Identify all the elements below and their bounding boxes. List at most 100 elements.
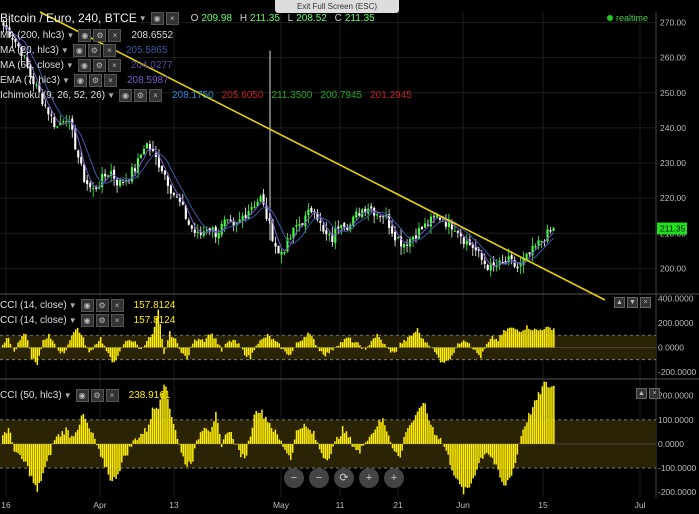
chevron-down-icon[interactable]: ▼ [107,91,115,100]
reset-view-button[interactable]: ⟳ [334,468,354,488]
cci-bar [309,334,311,348]
close-icon[interactable]: × [165,11,179,25]
candle-body [343,222,346,227]
cci-bar [545,326,547,348]
cci-bar [34,443,37,486]
settings-icon[interactable]: ⚙ [87,44,101,57]
cci-bar [361,443,363,447]
maximize-icon[interactable]: ▲ [636,388,647,399]
zoom-in-button[interactable]: + [384,468,404,488]
scroll-right-button[interactable]: + [359,468,379,488]
cci-bar [105,443,108,467]
candle-body [510,254,513,260]
cci-bar [228,431,231,444]
cci-bar [389,442,392,444]
cci-bar [78,424,81,444]
symbol-title[interactable]: Bitcoin / Euro, 240, BTCE [0,11,137,25]
cci-bar [514,443,517,464]
cci-bar [265,416,267,444]
chevron-down-icon[interactable]: ▼ [66,31,74,40]
close-icon[interactable]: × [103,74,117,87]
zoom-out-button[interactable]: − [284,468,304,488]
cci-bar [96,343,98,348]
cci-bar [347,337,350,348]
cci-bar [393,347,396,353]
cci-bar [98,341,100,348]
cci-bar [491,443,494,458]
settings-icon[interactable]: ⚙ [133,89,147,102]
cci-bar [232,339,234,348]
chevron-down-icon[interactable]: ▼ [69,316,77,325]
last-price-label: 211.35 [660,224,686,234]
cci-bar [73,436,75,444]
cci-bar [489,338,492,348]
chevron-down-icon[interactable]: ▼ [66,61,74,70]
candle-body [283,251,286,254]
cci-bar [414,415,417,444]
close-icon[interactable]: × [102,44,116,57]
candle-body [456,231,459,233]
eye-icon[interactable]: ◉ [72,44,86,57]
close-icon[interactable]: × [107,59,121,72]
cci-bar [453,443,455,476]
cci-bar [476,347,478,354]
eye-icon[interactable]: ◉ [78,29,92,42]
chevron-down-icon[interactable]: ▼ [64,391,72,400]
cci-bar [522,330,524,348]
cci-bar [464,443,467,488]
cci-bar [253,347,256,351]
settings-icon[interactable]: ⚙ [90,389,104,402]
settings-icon[interactable]: ⚙ [88,74,102,87]
cci-bar [357,443,359,451]
maximize-icon[interactable]: ▲ [614,297,625,308]
scroll-left-button[interactable]: − [309,468,329,488]
cci-bar [90,432,92,444]
cci-bar [192,343,194,348]
eye-icon[interactable]: ◉ [75,389,89,402]
chevron-down-icon[interactable]: ▼ [69,301,77,310]
cci-bar [359,345,361,348]
candle-body [274,243,277,247]
cci-bar [199,339,202,348]
close-icon[interactable]: × [148,89,162,102]
chevron-down-icon[interactable]: ▼ [139,14,147,23]
eye-icon[interactable]: ◉ [150,11,164,25]
cci-bar [144,345,146,348]
chevron-down-icon[interactable]: ▼ [62,76,70,85]
eye-icon[interactable]: ◉ [80,314,94,327]
x-tick-label: Jun [456,500,470,510]
cci-bar [211,426,213,444]
cci-bar [213,421,215,444]
settings-icon[interactable]: ⚙ [95,299,109,312]
cci-bar [460,342,463,348]
eye-icon[interactable]: ◉ [73,74,87,87]
minimize-icon[interactable]: ▼ [627,297,638,308]
close-icon[interactable]: × [640,297,651,308]
candle-body [486,264,489,270]
cci-bar [401,343,403,348]
cci-bar [115,443,117,479]
cci-bar [15,443,17,453]
close-icon[interactable]: × [108,29,122,42]
close-icon[interactable]: × [110,299,124,312]
cci-bar [290,347,292,355]
eye-icon[interactable]: ◉ [77,59,91,72]
chevron-down-icon[interactable]: ▼ [61,46,69,55]
eye-icon[interactable]: ◉ [118,89,132,102]
settings-icon[interactable]: ⚙ [92,59,106,72]
cci-bar [21,335,23,348]
close-icon[interactable]: × [105,389,119,402]
eye-icon[interactable]: ◉ [80,299,94,312]
close-icon[interactable]: × [649,388,660,399]
cci-bar [176,343,179,348]
cci-bar [126,443,129,456]
cci-bar [447,347,449,361]
cci-bar [374,337,377,348]
cci-bar [435,347,438,355]
close-icon[interactable]: × [110,314,124,327]
cci-bar [53,343,56,348]
candle-body [187,220,190,225]
cci-bar [96,443,98,446]
settings-icon[interactable]: ⚙ [93,29,107,42]
settings-icon[interactable]: ⚙ [95,314,109,327]
